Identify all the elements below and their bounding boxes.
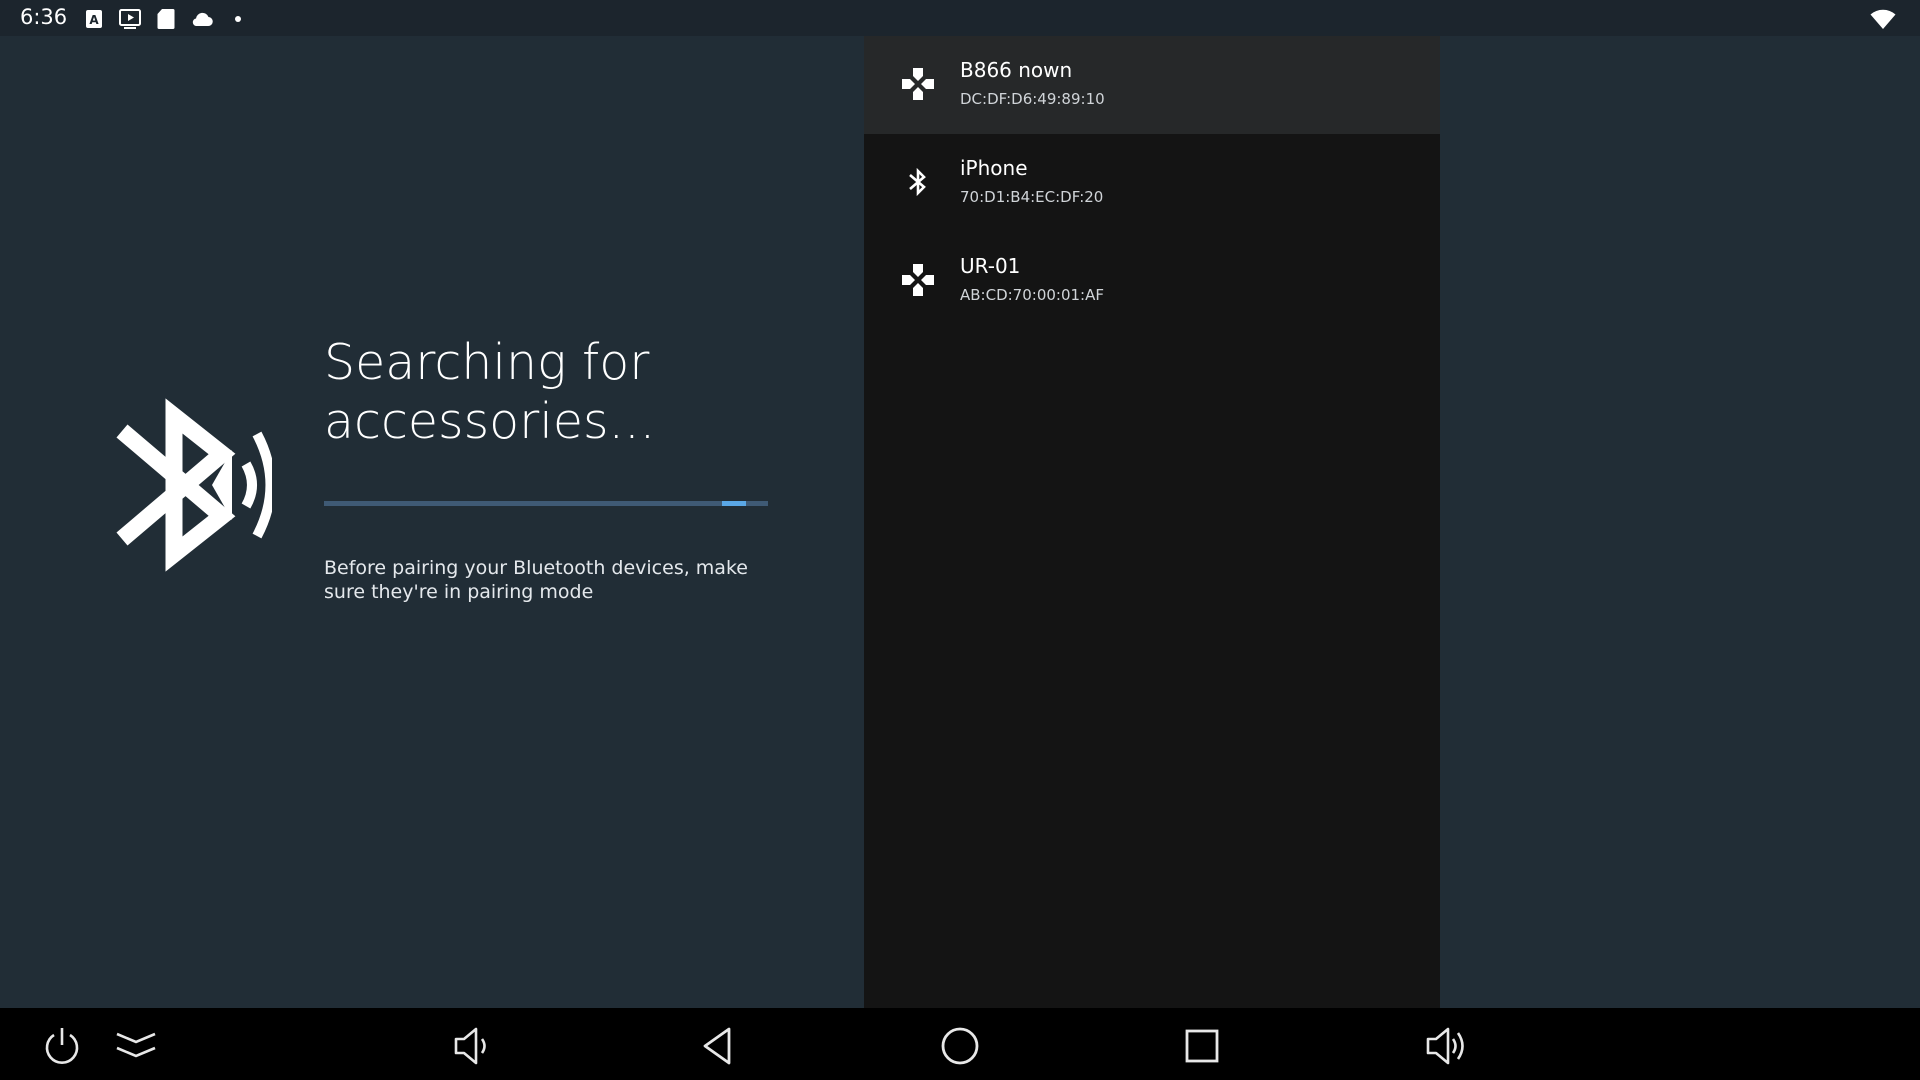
bluetooth-searching-icon: [112, 384, 276, 586]
device-address: DC:DF:D6:49:89:10: [960, 90, 1105, 108]
search-title: Searching for accessories...: [324, 334, 656, 450]
cloud-icon: [190, 7, 214, 31]
recents-icon[interactable]: [1180, 1024, 1224, 1068]
navigation-bar: [0, 1008, 1920, 1080]
dot-icon: [226, 7, 250, 31]
device-item[interactable]: B866 nown DC:DF:D6:49:89:10: [864, 36, 1440, 134]
bluetooth-icon: [900, 164, 936, 200]
power-icon[interactable]: [40, 1024, 84, 1068]
device-list: B866 nown DC:DF:D6:49:89:10 iPhone 70:D1…: [864, 36, 1440, 1008]
gamepad-icon: [900, 262, 936, 298]
device-address: AB:CD:70:00:01:AF: [960, 286, 1104, 304]
volume-down-icon[interactable]: [450, 1024, 494, 1068]
device-item[interactable]: iPhone 70:D1:B4:EC:DF:20: [864, 134, 1440, 232]
device-name: iPhone: [960, 156, 1028, 180]
device-name: UR-01: [960, 254, 1021, 278]
text-a-icon: A: [82, 7, 106, 31]
svg-text:A: A: [89, 13, 99, 27]
screen: 6:36 A Searching for accessories... Befo…: [0, 0, 1920, 1080]
media-play-icon: [118, 7, 142, 31]
right-background: [1440, 36, 1920, 1008]
wifi-icon: [1870, 8, 1896, 30]
gamepad-icon: [900, 66, 936, 102]
status-bar: 6:36 A: [0, 0, 1920, 36]
device-item[interactable]: UR-01 AB:CD:70:00:01:AF: [864, 232, 1440, 330]
device-address: 70:D1:B4:EC:DF:20: [960, 188, 1104, 206]
device-name: B866 nown: [960, 58, 1073, 82]
expand-icon[interactable]: [114, 1024, 158, 1068]
search-progress-bar: [324, 501, 768, 506]
back-icon[interactable]: [696, 1024, 740, 1068]
pairing-hint: Before pairing your Bluetooth devices, m…: [324, 557, 748, 603]
sd-card-icon: [154, 7, 178, 31]
home-icon[interactable]: [938, 1024, 982, 1068]
search-progress-indicator: [722, 501, 746, 506]
status-time: 6:36: [20, 5, 68, 29]
volume-up-icon[interactable]: [1424, 1024, 1468, 1068]
